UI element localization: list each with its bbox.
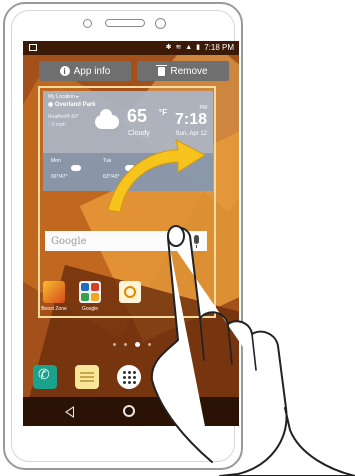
drag-arrow-icon (107, 139, 207, 213)
touch-point (167, 225, 185, 247)
gesture-illustration (107, 139, 355, 476)
